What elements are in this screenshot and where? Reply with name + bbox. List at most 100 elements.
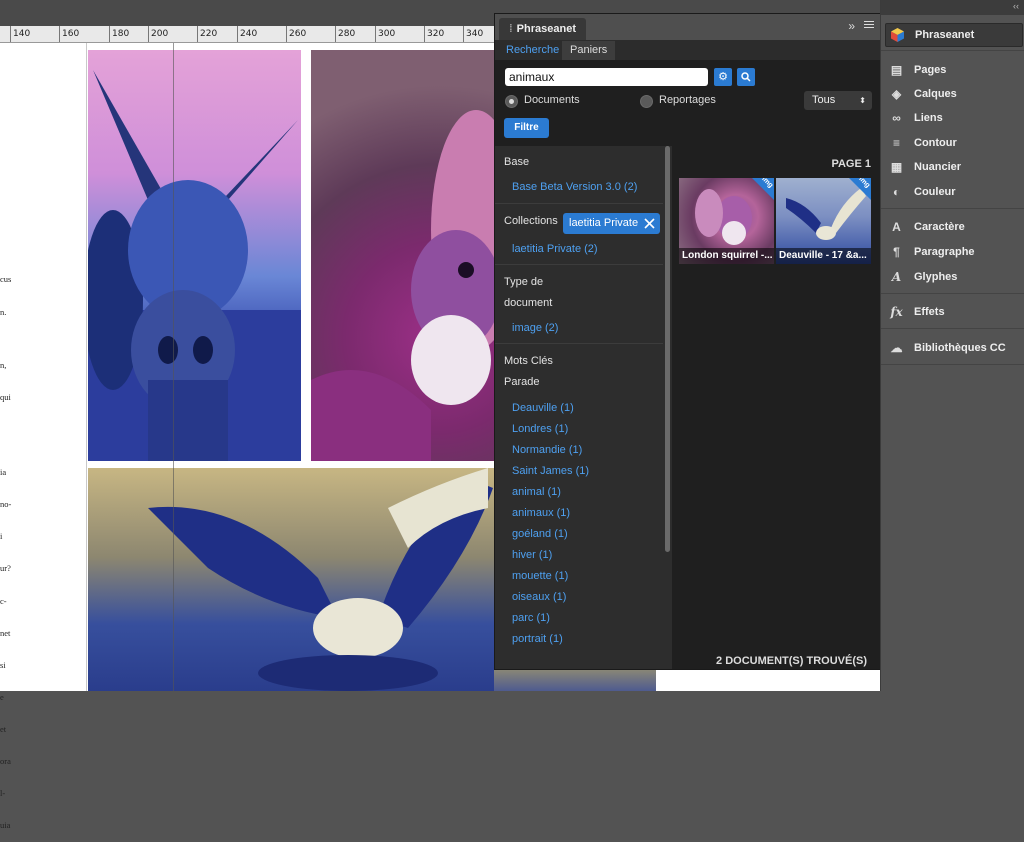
facet-doctype-value[interactable]: image (2) bbox=[512, 322, 558, 334]
facet-keyword[interactable]: Deauville (1) bbox=[512, 402, 574, 414]
result-thumbnail[interactable]: img London squirrel -... bbox=[679, 178, 774, 264]
dock-item-label: Couleur bbox=[914, 186, 956, 198]
dock-item-couleur[interactable]: ◐ Couleur bbox=[885, 181, 1021, 203]
dock-item-liens[interactable]: ∞ Liens bbox=[885, 107, 1021, 129]
result-thumbnail[interactable]: img Deauville - 17 &a... bbox=[776, 178, 871, 264]
ruler-tick: 140 bbox=[10, 26, 30, 42]
layers-icon: ◈ bbox=[891, 87, 902, 101]
search-icon bbox=[741, 72, 751, 82]
facet-keyword[interactable]: Normandie (1) bbox=[512, 444, 582, 456]
text-line: c- bbox=[0, 595, 7, 606]
image-bleed bbox=[494, 668, 656, 691]
filter-button[interactable]: Filtre bbox=[504, 118, 549, 138]
page-text-column[interactable]: cus n. n, qui ia no- i ur? c- net si e e… bbox=[0, 253, 18, 842]
collapse-chevron-icon[interactable]: ‹‹ bbox=[1013, 1, 1019, 11]
dock-item-paragraphe[interactable]: ¶ Paragraphe bbox=[885, 241, 1021, 263]
dock-collapse-bar[interactable]: ‹‹ bbox=[881, 0, 1024, 15]
facet-keyword[interactable]: mouette (1) bbox=[512, 570, 568, 582]
dock-item-phraseanet[interactable]: Phraseanet bbox=[885, 23, 1023, 47]
divider bbox=[495, 264, 663, 265]
dock-item-label: Bibliothèques CC bbox=[914, 342, 1006, 354]
ruler-tick: 280 bbox=[335, 26, 355, 42]
facet-keyword[interactable]: animaux (1) bbox=[512, 507, 570, 519]
dock-item-nuancier[interactable]: ▦ Nuancier bbox=[885, 156, 1021, 178]
squirrel-image-frame[interactable] bbox=[311, 50, 494, 461]
settings-gear-button[interactable]: ⚙ bbox=[714, 68, 732, 86]
panel-tab-phraseanet[interactable]: ⁞ Phraseanet bbox=[499, 18, 586, 40]
divider bbox=[881, 328, 1024, 329]
dock-item-caractere[interactable]: A Caractère bbox=[885, 216, 1021, 238]
text-line: net bbox=[0, 627, 11, 638]
page-edge bbox=[86, 43, 87, 691]
divider bbox=[881, 208, 1024, 209]
ruler-tick: 340 bbox=[463, 26, 483, 42]
results-count: 2 DOCUMENT(S) TROUVÉ(S) bbox=[716, 655, 867, 667]
panel-title: Phraseanet bbox=[516, 23, 576, 35]
text-line: n. bbox=[0, 306, 7, 317]
dock-item-label: Contour bbox=[914, 137, 957, 149]
facet-collection-value[interactable]: laetitia Private (2) bbox=[512, 243, 598, 255]
facet-keywords-heading: Mots Clés bbox=[504, 355, 553, 367]
stroke-icon: ≡ bbox=[892, 136, 900, 150]
collection-filter-tag[interactable]: laetitia Private bbox=[563, 213, 661, 234]
text-line: ia bbox=[0, 467, 7, 478]
text-line: l- bbox=[0, 788, 6, 799]
tab-paniers[interactable]: Paniers bbox=[562, 41, 616, 60]
dock-item-effets[interactable]: fx Effets bbox=[885, 301, 1021, 323]
ruler-tick: 300 bbox=[375, 26, 395, 42]
results-page-label: PAGE 1 bbox=[831, 158, 871, 170]
facet-base-heading: Base bbox=[504, 156, 530, 168]
dock-item-pages[interactable]: ▤ Pages bbox=[885, 59, 1021, 81]
sort-select[interactable]: Tous ⬍ bbox=[804, 91, 872, 110]
paragraph-icon: ¶ bbox=[893, 245, 900, 259]
ruler-tick: 220 bbox=[197, 26, 217, 42]
dock-item-label: Effets bbox=[914, 306, 945, 318]
tab-recherche[interactable]: Recherche bbox=[498, 41, 567, 60]
double-chevron-icon[interactable]: » bbox=[848, 19, 855, 33]
facet-keyword[interactable]: oiseaux (1) bbox=[512, 591, 566, 603]
facets-scrollbar[interactable] bbox=[665, 146, 670, 552]
ruler-tick: 240 bbox=[237, 26, 257, 42]
horizontal-ruler[interactable]: 140 160 180 200 220 240 260 280 300 320 … bbox=[0, 26, 494, 43]
divider bbox=[881, 364, 1024, 365]
close-icon[interactable] bbox=[644, 218, 655, 229]
facet-keyword[interactable]: portrait (1) bbox=[512, 633, 563, 645]
facet-base-value[interactable]: Base Beta Version 3.0 (2) bbox=[512, 181, 637, 193]
updown-chevron-icon: ⬍ bbox=[859, 96, 866, 105]
dock-item-bibliotheques-cc[interactable]: ☁ Bibliothèques CC bbox=[885, 337, 1021, 359]
facet-keyword[interactable]: animal (1) bbox=[512, 486, 561, 498]
grip-icon: ⁞ bbox=[509, 23, 513, 35]
cc-libraries-icon: ☁ bbox=[890, 341, 903, 355]
text-line: cus bbox=[0, 274, 12, 285]
dock-item-label: Phraseanet bbox=[915, 29, 975, 41]
search-input[interactable] bbox=[505, 68, 708, 86]
radio-documents[interactable] bbox=[505, 95, 518, 108]
search-button[interactable] bbox=[737, 68, 755, 86]
divider bbox=[495, 343, 663, 344]
dock-item-calques[interactable]: ◈ Calques bbox=[885, 83, 1021, 105]
dock-item-label: Caractère bbox=[914, 221, 965, 233]
text-line: si bbox=[0, 659, 6, 670]
seagull-image-frame[interactable] bbox=[88, 468, 494, 691]
facet-collections-heading: Collections bbox=[504, 215, 558, 227]
dock-item-glyphes[interactable]: A Glyphes bbox=[885, 266, 1021, 288]
donkey-image-frame[interactable] bbox=[88, 50, 301, 461]
facet-keyword[interactable]: Londres (1) bbox=[512, 423, 568, 435]
radio-documents-label: Documents bbox=[524, 94, 580, 106]
color-palette-icon: ◐ bbox=[892, 185, 901, 199]
hamburger-icon[interactable] bbox=[864, 19, 874, 29]
dock-item-contour[interactable]: ≡ Contour bbox=[885, 132, 1021, 154]
dock-item-label: Paragraphe bbox=[914, 246, 975, 258]
facet-keyword[interactable]: Saint James (1) bbox=[512, 465, 589, 477]
links-icon: ∞ bbox=[892, 111, 901, 125]
radio-reportages[interactable] bbox=[640, 95, 653, 108]
facet-keyword[interactable]: goéland (1) bbox=[512, 528, 568, 540]
ruler-tick: 160 bbox=[59, 26, 79, 42]
facet-keyword[interactable]: hiver (1) bbox=[512, 549, 552, 561]
phraseanet-panel: ⁞Phraseanet » Recherche Paniers ⚙ Docume… bbox=[494, 13, 882, 670]
facet-keyword[interactable]: parc (1) bbox=[512, 612, 550, 624]
dock-item-label: Nuancier bbox=[914, 161, 962, 173]
collection-filter-tag-label: laetitia Private bbox=[569, 217, 639, 229]
text-line: n, bbox=[0, 360, 7, 371]
donkey-photo bbox=[88, 70, 301, 461]
